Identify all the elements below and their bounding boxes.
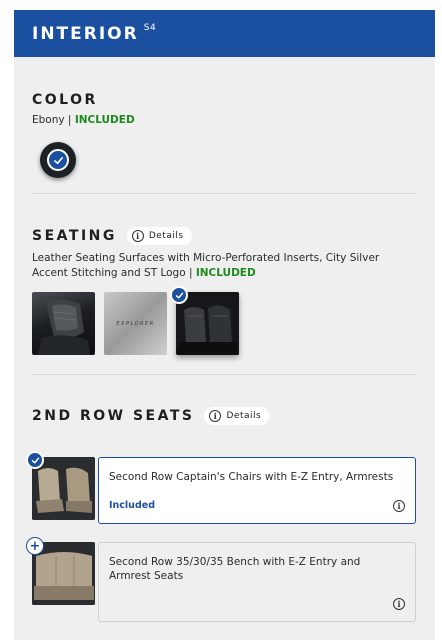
check-icon [47,149,69,171]
option-name: Second Row Captain's Chairs with E-Z Ent… [109,471,394,483]
details-label: Details [148,231,184,241]
info-icon[interactable]: i [393,500,405,512]
seating-summary: Leather Seating Surfaces with Micro-Perf… [32,252,380,279]
info-icon: i [209,410,222,422]
explorer-logo-text: EXPLORER [116,320,155,327]
color-title: COLOR [32,92,98,108]
color-name: Ebony [32,114,65,126]
info-icon: i [131,230,144,242]
color-status: INCLUDED [74,114,135,126]
front-seat-image [38,299,90,355]
cabin-seat-image [176,292,239,355]
seating-thumb-logo-stitching[interactable]: EXPLORER [104,292,167,355]
header-title: INTERIOR [32,23,139,44]
header-model-code: S4 [143,22,157,33]
second-row-section: 2ND ROW SEATS i Details [32,407,417,425]
captains-chairs-thumb[interactable] [32,457,95,520]
seating-thumb-front-seat[interactable] [32,292,95,355]
option-status: Included [109,500,155,511]
option-name: Second Row 35/30/35 Bench with E-Z Entry… [109,556,361,582]
second-row-title: 2ND ROW SEATS [32,408,195,424]
second-row-details-button[interactable]: i Details [204,407,270,425]
divider [32,374,417,375]
bench-seat-option-card[interactable]: Second Row 35/30/35 Bench with E-Z Entry… [98,542,416,622]
color-summary: Ebony | INCLUDED [32,114,135,126]
check-icon [26,451,44,469]
section-header: INTERIOR S4 [14,10,435,57]
info-icon[interactable]: i [393,598,405,610]
check-icon [170,286,188,304]
divider [32,193,417,194]
seating-thumb-cabin[interactable] [176,292,239,355]
seating-section: SEATING i Details Leather Seating Surfac… [32,227,417,281]
seating-details-button[interactable]: i Details [126,227,192,245]
ebony-color-swatch[interactable] [40,142,76,178]
captains-chairs-option-card[interactable]: Second Row Captain's Chairs with E-Z Ent… [98,457,416,524]
captains-chairs-image [32,457,95,520]
seating-status: INCLUDED [195,267,256,279]
interior-panel: INTERIOR S4 COLOR Ebony | INCLUDED SEATI… [14,10,435,640]
color-section: COLOR Ebony | INCLUDED [32,92,417,128]
plus-icon[interactable]: + [26,537,44,555]
details-label: Details [226,411,262,421]
seating-title: SEATING [32,228,117,244]
